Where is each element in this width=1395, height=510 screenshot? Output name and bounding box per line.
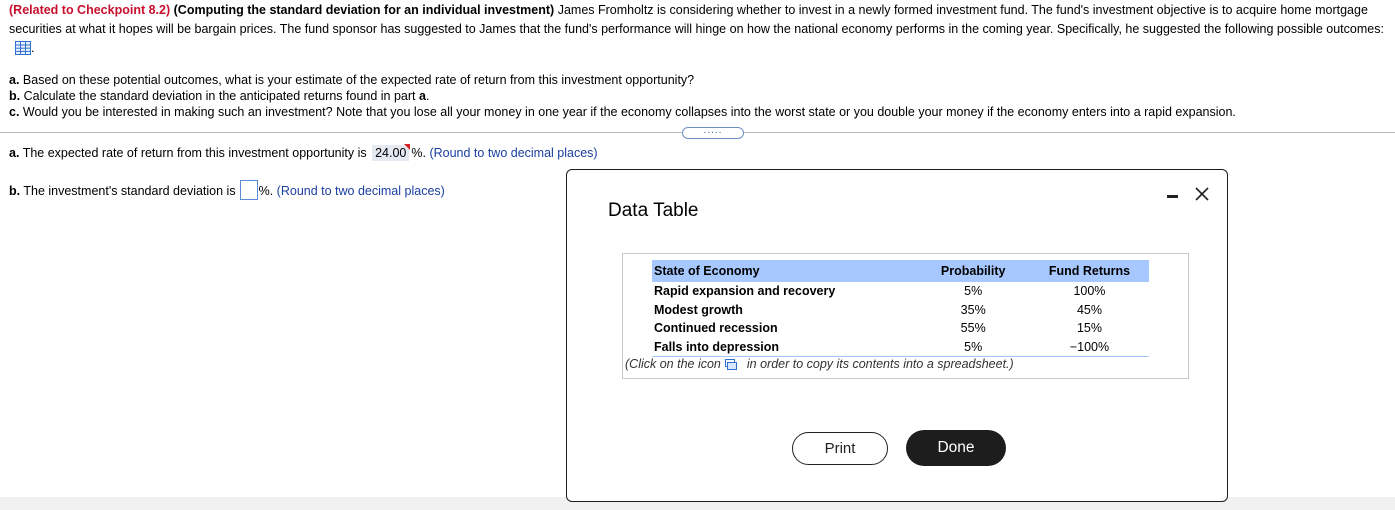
answer-a-value: 24.00 — [375, 146, 407, 160]
column-header: State of Economy — [652, 260, 917, 282]
table-grid-icon[interactable] — [15, 41, 31, 61]
dialog-title: Data Table — [608, 200, 699, 221]
state-cell: Falls into depression — [652, 337, 917, 357]
state-cell: Modest growth — [654, 302, 743, 317]
probability-cell: 55% — [960, 321, 986, 336]
return-cell: 100% — [1073, 284, 1106, 299]
probability-cell: 35% — [960, 302, 986, 317]
close-icon — [1195, 187, 1209, 201]
column-header: Probability — [916, 260, 1028, 282]
question-a-text: Based on these potential outcomes, what … — [22, 73, 695, 87]
answer-a: a. The expected rate of return from this… — [9, 144, 598, 161]
note-suffix: in order to copy its contents into a spr… — [746, 357, 1014, 371]
feedback-marker — [404, 144, 411, 150]
table-header-row: State of Economy Probability Fund Return… — [652, 260, 1149, 282]
return-cell: −100% — [1027, 337, 1149, 357]
probability-cell: 5% — [964, 284, 983, 299]
copy-instruction: (Click on the icon in order to copy its … — [625, 357, 1014, 373]
table-row: Continued recession 55% 15% — [652, 319, 1149, 338]
copy-to-spreadsheet-icon[interactable] — [724, 359, 737, 373]
question-c-letter: c. — [9, 105, 20, 119]
std-dev-input[interactable] — [239, 180, 258, 200]
answer-b-letter: b. — [9, 184, 21, 198]
answer-a-text: The expected rate of return from this in… — [22, 146, 367, 160]
print-button[interactable]: Print — [792, 432, 888, 465]
question-b-text: Calculate the standard deviation in the … — [23, 89, 416, 103]
checkpoint-tag: (Related to Checkpoint 8.2) — [9, 3, 171, 17]
table-row: Falls into depression 5% −100% — [652, 337, 1149, 357]
answer-b: b. The investment's standard deviation i… — [9, 180, 445, 200]
minimize-icon — [1167, 195, 1178, 198]
state-cell: Continued recession — [654, 321, 778, 336]
question-a-letter: a. — [9, 73, 20, 87]
answer-b-text: The investment's standard deviation is — [23, 184, 236, 198]
question-b-letter: b. — [9, 89, 21, 103]
problem-statement: (Related to Checkpoint 8.2) (Computing t… — [9, 1, 1389, 61]
close-button[interactable] — [1194, 186, 1210, 202]
return-cell: 15% — [1076, 321, 1102, 336]
expand-more-button[interactable]: ..... — [682, 126, 744, 139]
done-button[interactable]: Done — [906, 430, 1006, 466]
table-row: Modest growth 35% 45% — [652, 301, 1149, 320]
column-header: Fund Returns — [1027, 260, 1149, 282]
return-cell: 45% — [1076, 302, 1102, 317]
answer-a-field[interactable]: 24.00 — [372, 144, 411, 161]
answer-b-hint: (Round to two decimal places) — [276, 184, 445, 198]
answer-a-unit: %. — [411, 146, 426, 160]
question-c-text: Would you be interested in making such a… — [22, 105, 1236, 119]
note-prefix: (Click on the icon — [625, 357, 721, 371]
problem-heading: (Computing the standard deviation for an… — [173, 3, 555, 17]
question-c: c. Would you be interested in making suc… — [9, 104, 1236, 120]
question-b-end: . — [425, 89, 430, 103]
minimize-button[interactable] — [1165, 186, 1181, 202]
probability-cell: 5% — [916, 337, 1028, 357]
data-table: State of Economy Probability Fund Return… — [652, 260, 1149, 357]
state-cell: Rapid expansion and recovery — [654, 284, 836, 299]
answer-b-unit: %. — [258, 184, 274, 198]
icon-trailing-dot: . — [31, 41, 35, 55]
table-row: Rapid expansion and recovery 5% 100% — [652, 282, 1149, 301]
answer-a-hint: (Round to two decimal places) — [429, 146, 598, 160]
data-table-dialog: Data Table State of Economy Probability … — [566, 169, 1228, 502]
answer-a-letter: a. — [9, 146, 20, 160]
question-b: b. Calculate the standard deviation in t… — [9, 88, 429, 104]
question-b-ref: a — [419, 89, 426, 103]
question-a: a. Based on these potential outcomes, wh… — [9, 72, 694, 88]
